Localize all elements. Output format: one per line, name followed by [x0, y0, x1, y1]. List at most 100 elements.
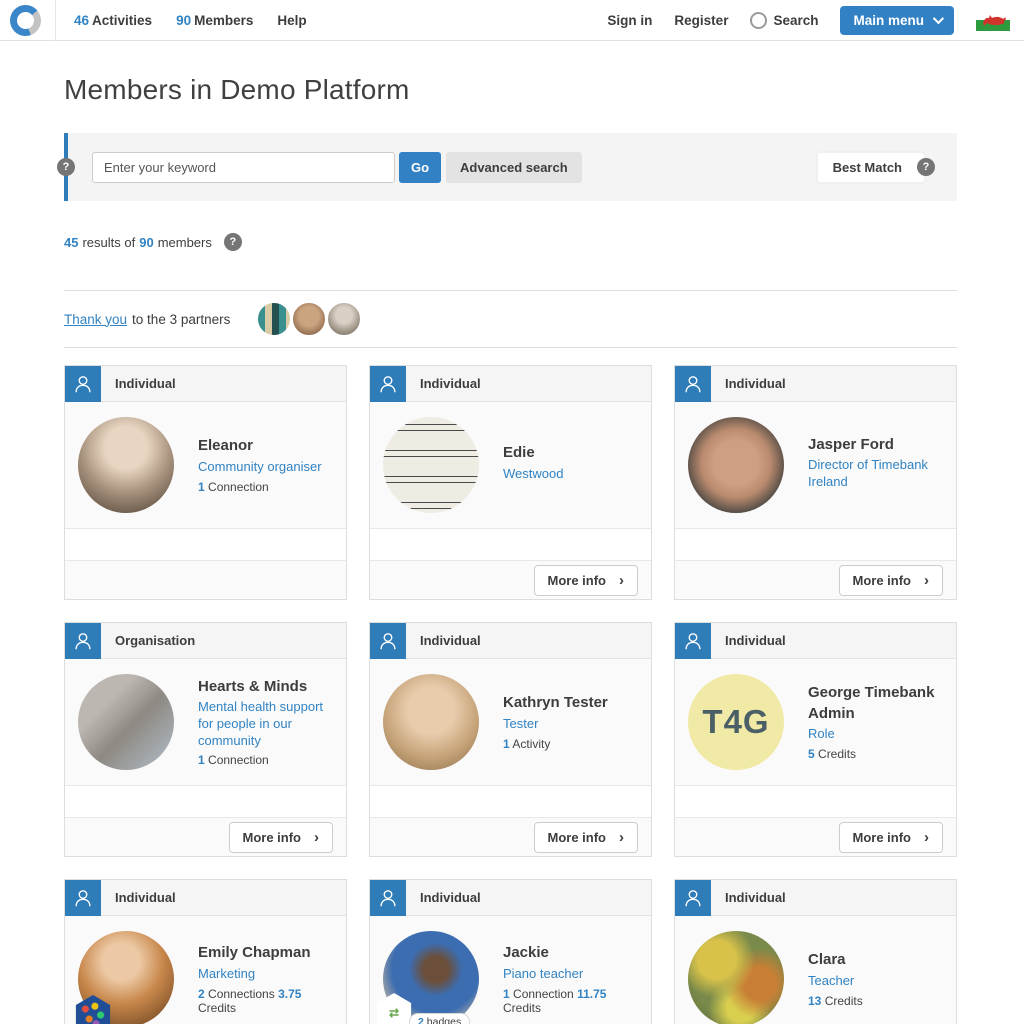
card-strip	[65, 528, 346, 560]
member-role[interactable]: Role	[808, 726, 943, 743]
card-header: Individual	[65, 366, 346, 402]
best-match-help-icon[interactable]: ?	[917, 158, 935, 176]
partners-row: Thank you to the 3 partners	[64, 291, 957, 347]
badge-count-pill[interactable]: 2 badges	[409, 1013, 470, 1024]
results-end-text: members	[158, 235, 212, 250]
member-role[interactable]: Marketing	[198, 966, 333, 983]
member-role[interactable]: Teacher	[808, 973, 863, 990]
card-header: Individual	[675, 880, 956, 916]
page-title: Members in Demo Platform	[64, 74, 957, 106]
more-info-button[interactable]: More info ›	[534, 565, 639, 596]
person-icon	[675, 623, 711, 659]
member-name: Hearts & Minds	[198, 677, 333, 697]
member-name: Jasper Ford	[808, 435, 943, 455]
keyword-input[interactable]	[92, 152, 395, 183]
member-stats: 13 Credits	[808, 994, 863, 1008]
register-link[interactable]: Register	[674, 13, 728, 28]
member-stats: 1 Connection	[198, 753, 333, 767]
best-match-dropdown[interactable]: Best Match	[817, 152, 925, 183]
member-role[interactable]: Tester	[503, 716, 608, 733]
partner-avatar[interactable]	[291, 301, 327, 337]
card-footer: More info ›	[370, 560, 651, 600]
member-type-label: Individual	[115, 376, 176, 391]
nav-activities-link[interactable]: 46Activities	[74, 13, 152, 28]
navbar-actions: Sign in Register Search Main menu	[607, 6, 1010, 35]
more-info-label: More info	[548, 573, 607, 588]
members-label: Members	[194, 13, 253, 28]
more-info-label: More info	[853, 830, 912, 845]
results-help-icon[interactable]: ?	[224, 233, 242, 251]
card-header: Individual	[370, 366, 651, 402]
more-info-button[interactable]: More info ›	[534, 822, 639, 853]
card-body: Emily Chapman Marketing 2 Connections 3.…	[65, 916, 346, 1024]
member-avatar[interactable]	[688, 417, 784, 513]
advanced-search-button[interactable]: Advanced search	[446, 152, 582, 183]
nav-search-button[interactable]: Search	[750, 12, 818, 29]
member-name: Eleanor	[198, 436, 322, 456]
member-avatar[interactable]	[383, 417, 479, 513]
partner-avatar[interactable]	[326, 301, 362, 337]
thank-you-link[interactable]: Thank you	[64, 312, 127, 327]
card-strip	[65, 785, 346, 817]
achievement-badge-icon[interactable]	[74, 995, 112, 1024]
go-button[interactable]: Go	[399, 152, 441, 183]
card-body: T4G George Timebank Admin Role 5 Credits	[675, 659, 956, 785]
nav-members-link[interactable]: 90Members	[176, 13, 253, 28]
card-body: Clara Teacher 13 Credits	[675, 916, 956, 1024]
card-header: Individual	[65, 880, 346, 916]
achievement-badge-icon[interactable]: ⇄	[375, 993, 413, 1024]
member-role[interactable]: Mental health support for people in our …	[198, 699, 333, 750]
member-name: Clara	[808, 950, 863, 970]
member-avatar[interactable]	[688, 931, 784, 1024]
member-info: Jasper Ford Director of Timebank Ireland	[808, 435, 943, 495]
member-avatar[interactable]	[383, 674, 479, 770]
member-type-label: Individual	[420, 890, 481, 905]
card-header: Organisation	[65, 623, 346, 659]
member-stats: 5 Credits	[808, 747, 943, 761]
member-info: Eleanor Community organiser 1 Connection	[198, 436, 322, 493]
member-role[interactable]: Westwood	[503, 466, 563, 483]
person-icon	[675, 880, 711, 916]
member-info: Hearts & Minds Mental health support for…	[198, 677, 333, 768]
results-total: 90	[139, 235, 153, 250]
member-avatar[interactable]: ⇄2 badges	[383, 931, 479, 1024]
more-info-button[interactable]: More info ›	[839, 822, 944, 853]
more-info-button[interactable]: More info ›	[839, 565, 944, 596]
main-menu-button[interactable]: Main menu	[840, 6, 954, 35]
member-role[interactable]: Director of Timebank Ireland	[808, 457, 943, 491]
partners-text: to the 3 partners	[132, 312, 230, 327]
person-icon	[370, 623, 406, 659]
navbar-divider	[55, 0, 56, 41]
member-role[interactable]: Community organiser	[198, 459, 322, 476]
member-stats: 2 Connections 3.75 Credits	[198, 987, 333, 1015]
card-footer: More info ›	[675, 817, 956, 857]
member-avatar[interactable]	[78, 417, 174, 513]
member-card-grid: Individual Eleanor Community organiser 1…	[64, 365, 957, 1024]
person-icon	[65, 880, 101, 916]
member-type-label: Individual	[420, 376, 481, 391]
member-name: Kathryn Tester	[503, 693, 608, 713]
partner-avatar[interactable]	[256, 301, 292, 337]
sort-control: Best Match ?	[817, 152, 925, 183]
sign-in-link[interactable]: Sign in	[607, 13, 652, 28]
member-avatar[interactable]: T4G	[688, 674, 784, 770]
member-avatar[interactable]	[78, 931, 174, 1024]
nav-help-link[interactable]: Help	[277, 13, 306, 28]
card-body: Edie Westwood	[370, 402, 651, 528]
member-role[interactable]: Piano teacher	[503, 966, 638, 983]
platform-logo-icon[interactable]	[10, 5, 41, 36]
welsh-flag-icon[interactable]	[976, 9, 1010, 31]
card-footer: ›	[65, 560, 346, 600]
member-card: Individual T4G George Timebank Admin Rol…	[674, 622, 957, 857]
member-card: Individual Clara Teacher 13 Credits ›	[674, 879, 957, 1024]
member-info: Emily Chapman Marketing 2 Connections 3.…	[198, 943, 333, 1014]
member-type-label: Organisation	[115, 633, 195, 648]
member-type-label: Individual	[115, 890, 176, 905]
keyword-help-icon[interactable]: ?	[57, 158, 75, 176]
member-type-label: Individual	[725, 890, 786, 905]
member-type-label: Individual	[420, 633, 481, 648]
card-strip	[370, 528, 651, 560]
members-page: 46Activities 90Members Help Sign in Regi…	[0, 0, 1024, 1024]
more-info-button[interactable]: More info ›	[229, 822, 334, 853]
member-avatar[interactable]	[78, 674, 174, 770]
